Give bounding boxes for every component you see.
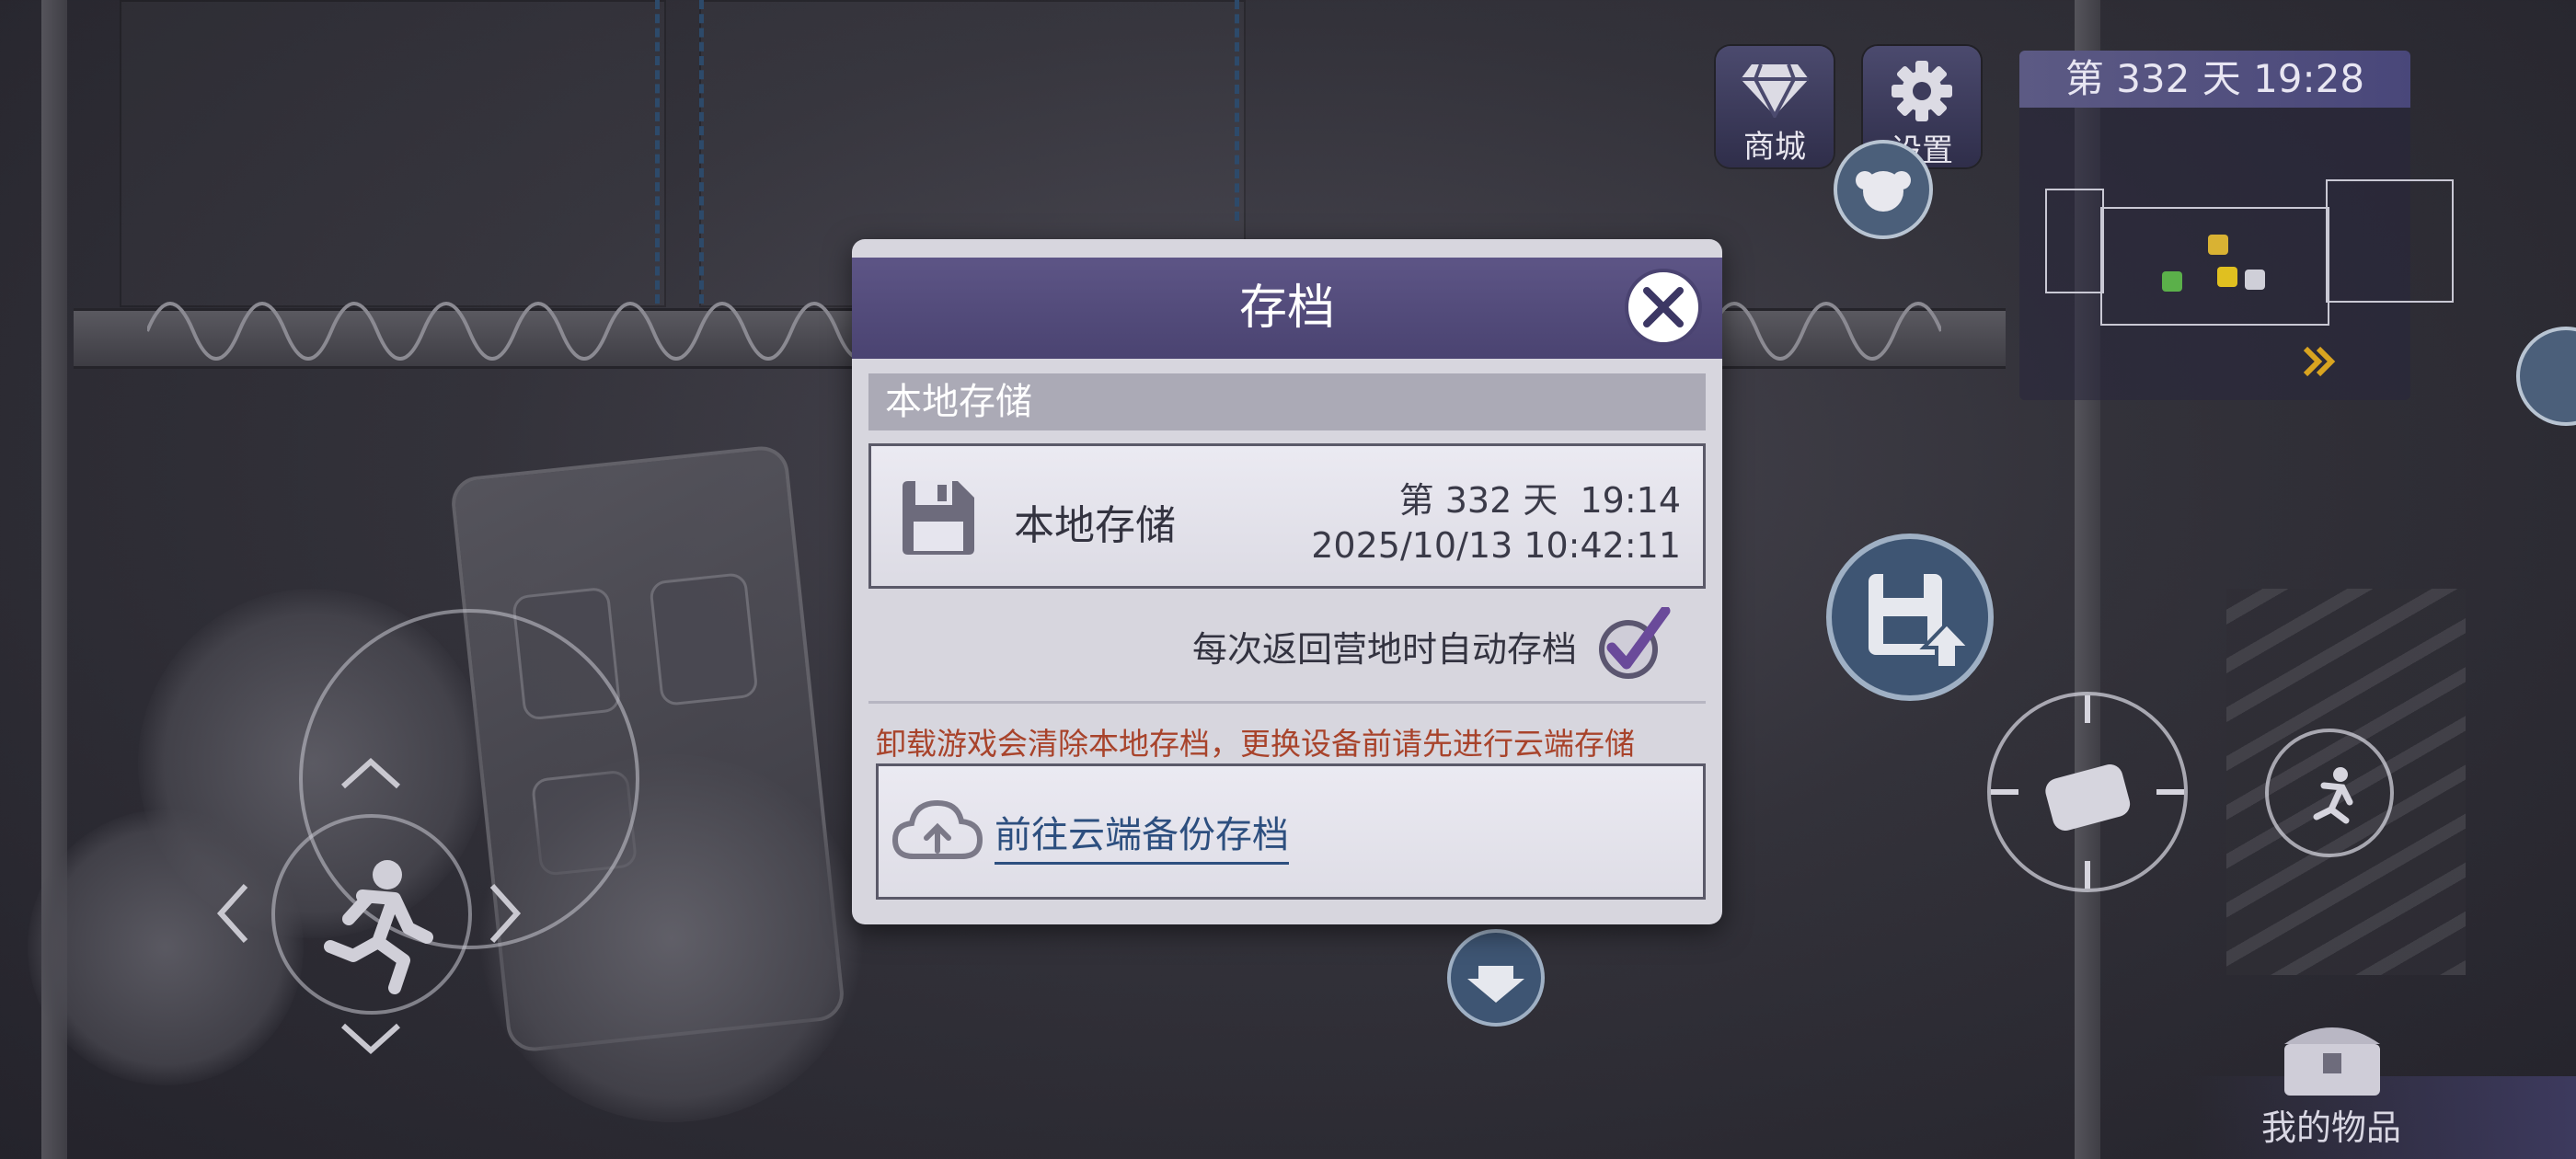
minimap-room xyxy=(2100,207,2329,326)
pet-dog-button[interactable] xyxy=(1834,140,1933,239)
descend-button[interactable] xyxy=(1447,929,1545,1027)
sprint-button[interactable] xyxy=(2265,729,2394,857)
floor-tile-area xyxy=(120,0,666,307)
slot-name: 本地存储 xyxy=(1014,502,1176,549)
bush xyxy=(28,809,304,1085)
inventory-label[interactable]: 我的物品 xyxy=(2261,1099,2401,1150)
slot-save-datetime: 2025/10/13 10:42:11 xyxy=(1311,525,1681,566)
save-dialog: 存档 本地存储 本地存储 第 332 天 19:14 2025/10/13 10… xyxy=(852,239,1722,924)
slot-day-time: 第 332 天 19:14 xyxy=(1398,480,1681,521)
autosave-toggle[interactable]: 每次返回营地时自动存档 xyxy=(1191,607,1671,684)
minimap-room xyxy=(2326,179,2454,303)
local-save-slot[interactable]: 本地存储 第 332 天 19:14 2025/10/13 10:42:11 xyxy=(868,443,1706,589)
autosave-label: 每次返回营地时自动存档 xyxy=(1191,628,1577,670)
minimap-warning-icon xyxy=(2217,267,2237,287)
zone-boundary-line xyxy=(1235,0,1239,221)
minimap-marker-icon xyxy=(2162,271,2182,292)
shop-label: 商城 xyxy=(1743,129,1806,166)
attack-button[interactable] xyxy=(1972,677,2202,907)
shop-button[interactable]: 商城 xyxy=(1716,46,1834,167)
save-game-button[interactable] xyxy=(1826,534,1994,701)
chest-icon[interactable] xyxy=(2277,1016,2387,1099)
zone-boundary-line xyxy=(655,0,660,304)
diamond-icon xyxy=(1741,63,1809,120)
joystick-right-arrow-icon xyxy=(489,883,522,944)
running-man-icon xyxy=(324,860,433,994)
close-button[interactable] xyxy=(1625,269,1702,346)
day-time-display: 第 332 天 19:28 xyxy=(2019,51,2410,108)
minimap-expand-icon[interactable] xyxy=(2300,343,2337,380)
minimap-video-icon xyxy=(2245,270,2265,290)
uninstall-warning: 卸载游戏会清除本地存档，更换设备前请先进行云端存储 xyxy=(876,726,1635,762)
cloud-backup-panel[interactable]: 前往云端备份存档 xyxy=(876,763,1706,900)
checkbox-checked-icon[interactable] xyxy=(1593,607,1671,684)
save-upload-icon xyxy=(1869,574,1974,670)
divider xyxy=(868,701,1706,704)
dog-icon xyxy=(1856,171,1911,212)
dialog-title: 存档 xyxy=(852,258,1722,359)
section-heading: 本地存储 xyxy=(868,373,1706,430)
sprint-icon xyxy=(2313,767,2353,824)
joystick-left-arrow-icon xyxy=(216,883,248,944)
joystick-up-arrow-icon xyxy=(340,757,401,789)
gear-icon xyxy=(1892,61,1952,121)
joystick-knob[interactable] xyxy=(271,814,472,1015)
cloud-upload-icon xyxy=(891,799,983,859)
close-icon xyxy=(1643,287,1684,327)
floppy-disk-icon xyxy=(903,481,974,555)
zone-boundary-line xyxy=(699,0,704,304)
joystick-down-arrow-icon xyxy=(340,1023,401,1055)
cloud-backup-link[interactable]: 前往云端备份存档 xyxy=(995,805,1289,865)
fist-icon xyxy=(1972,677,2202,907)
minimap-trophy-icon xyxy=(2208,235,2228,255)
minimap-room xyxy=(2045,189,2104,293)
arrow-down-icon xyxy=(1467,966,1524,1003)
